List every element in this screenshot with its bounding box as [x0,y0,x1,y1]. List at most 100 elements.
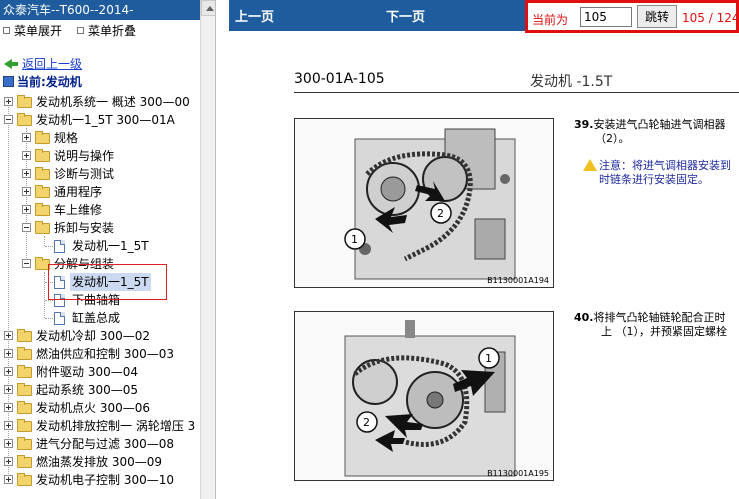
highlight-box [48,264,167,300]
tree-item-removal-installation[interactable]: 拆卸与安装 [0,219,200,237]
tree-item-engine-ignition[interactable]: 发动机点火 300—06 [0,399,200,417]
expand-toggle-icon[interactable] [4,421,13,430]
collapse-toggle-icon[interactable] [4,115,13,124]
collapse-toggle-icon[interactable] [22,259,31,268]
expand-icon [3,27,10,34]
scroll-up-arrow-icon[interactable] [201,0,215,16]
engine-diagram-2: 1 2 [344,320,516,477]
document-pane: 上一页 下一页 当前为 跳转 105 / 124 300-01A-105 发动机… [229,0,739,499]
figure-exhaust-sprocket: 1 2 B1130001A195 [294,311,554,481]
current-location: 当前:发动机 [3,75,82,90]
folder-icon [17,365,32,378]
folder-icon [17,473,32,486]
folder-icon [17,383,32,396]
folder-icon [35,131,50,144]
tree-item-evap-emission[interactable]: 燃油蒸发排放 300—09 [0,453,200,471]
figure-caption: B1130001A195 [487,469,549,478]
tree-item-starting-system[interactable]: 起动系统 300—05 [0,381,200,399]
folder-icon [35,149,50,162]
expand-toggle-icon[interactable] [4,475,13,484]
caution-note-cont: 时链条进行安装固定。 [599,173,709,186]
tree-item-emission-turbo[interactable]: 发动机排放控制一 涡轮增压 3 [0,417,200,435]
back-arrow-icon [4,59,12,69]
expand-toggle-icon[interactable] [4,97,13,106]
folder-icon [17,401,32,414]
tree-item-engine-1-5t[interactable]: 发动机一1_5T 300—01A [0,111,200,129]
jump-button[interactable]: 跳转 [637,5,677,28]
page-count: 105 / 124 [682,11,739,25]
folder-icon [17,437,32,450]
expand-toggle-icon[interactable] [22,169,31,178]
callout-2: 2 [363,416,370,429]
tree-item-diagnostics[interactable]: 诊断与测试 [0,165,200,183]
doc-code: 300-01A-105 [294,71,385,87]
folder-icon [17,329,32,342]
document-icon [54,312,65,325]
collapse-icon [77,27,84,34]
tree-item-specs[interactable]: 规格 [0,129,200,147]
folder-icon [17,347,32,360]
current-page-label: 当前为 [532,13,569,27]
folder-icon [17,419,32,432]
step-40: 40.将排气凸轮轴链轮配合正时 [574,311,726,324]
expand-toggle-icon[interactable] [22,151,31,160]
expand-toggle-icon[interactable] [22,133,31,142]
tree-item-general-procedures[interactable]: 通用程序 [0,183,200,201]
next-page-button[interactable]: 下一页 [386,6,425,25]
collapse-toggle-icon[interactable] [22,223,31,232]
expand-toggle-icon[interactable] [22,187,31,196]
menu-expand-button[interactable]: 菜单展开 [3,24,62,38]
menu-collapse-button[interactable]: 菜单折叠 [77,24,136,38]
folder-open-icon [35,221,50,234]
expand-toggle-icon[interactable] [4,367,13,376]
pane-title: 众泰汽车--T600--2014- [0,0,200,20]
page-number-input[interactable] [580,7,632,27]
folder-icon [35,203,50,216]
folder-open-icon [17,113,32,126]
header-divider [294,92,739,93]
tree-item-cylinder-head[interactable]: 缸盖总成 [0,309,200,327]
document-icon [54,240,65,253]
folder-icon [35,167,50,180]
prev-page-button[interactable]: 上一页 [235,6,274,25]
computer-icon [3,76,14,87]
expand-toggle-icon[interactable] [4,403,13,412]
folder-icon [17,455,32,468]
vertical-scrollbar[interactable] [200,0,215,499]
expand-toggle-icon[interactable] [4,385,13,394]
page-navigator: 当前为 跳转 105 / 124 [525,0,739,33]
caution-note: 注意：将进气调相器安装到 [583,159,731,173]
expand-toggle-icon[interactable] [22,205,31,214]
doc-title: 发动机 -1.5T [530,74,613,90]
step-40-cont: 上 （1），并预紧固定螺栓 [601,325,727,338]
expand-toggle-icon[interactable] [4,331,13,340]
navigation-pane: 众泰汽车--T600--2014- 菜单展开 菜单折叠 返回上一级 当前:发动机… [0,0,216,499]
page-toolbar: 上一页 下一页 当前为 跳转 105 / 124 [229,0,739,33]
expand-toggle-icon[interactable] [4,349,13,358]
figure-caption: B1130001A194 [487,276,549,285]
tree-item-engine-doc[interactable]: 发动机一1_5T [0,237,200,255]
tree-item-fuel-supply[interactable]: 燃油供应和控制 300—03 [0,345,200,363]
tree-item-in-vehicle-repair[interactable]: 车上维修 [0,201,200,219]
tree-item-intake-filter[interactable]: 进气分配与过滤 300—08 [0,435,200,453]
folder-icon [35,185,50,198]
tree-item-description[interactable]: 说明与操作 [0,147,200,165]
warning-icon [583,159,597,171]
app-window: 众泰汽车--T600--2014- 菜单展开 菜单折叠 返回上一级 当前:发动机… [0,0,739,499]
callout-1: 1 [485,352,492,365]
expand-toggle-icon[interactable] [4,457,13,466]
engine-diagram-1: 1 2 [344,128,516,280]
callout-1: 1 [351,233,358,246]
figure-camshaft-phaser: 1 2 B1130001A194 [294,118,554,288]
tree-item-accessory-drive[interactable]: 附件驱动 300—04 [0,363,200,381]
expand-toggle-icon[interactable] [4,439,13,448]
tree-item-engine-electronic-control[interactable]: 发动机电子控制 300—10 [0,471,200,489]
tree-item-engine-cooling[interactable]: 发动机冷却 300—02 [0,327,200,345]
back-link[interactable]: 返回上一级 [22,57,82,71]
step-39-cont: （2）。 [595,132,630,145]
callout-2: 2 [437,207,444,220]
tree-item-engine-overview[interactable]: 发动机系统一 概述 300—00 [0,93,200,111]
folder-icon [17,95,32,108]
step-39: 39.安装进气凸轮轴进气调相器 [574,118,726,131]
back-row[interactable]: 返回上一级 [4,57,82,71]
